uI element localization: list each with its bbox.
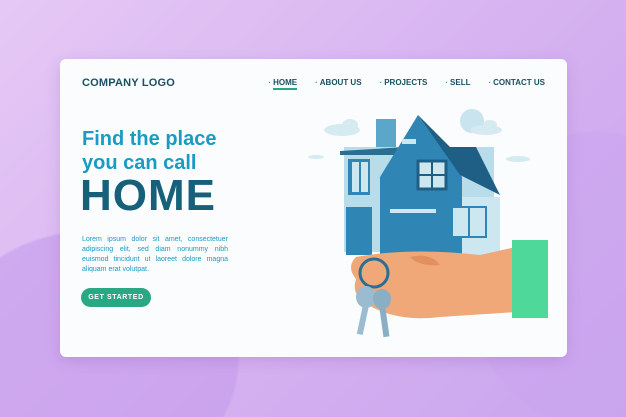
get-started-button[interactable]: GET STARTED	[81, 288, 151, 307]
sleeve	[512, 240, 548, 318]
nav-label: PROJECTS	[384, 78, 428, 87]
nav-contact-us[interactable]: CONTACT US	[488, 78, 545, 87]
nav-home[interactable]: HOME	[268, 78, 298, 90]
nav-label: CONTACT US	[493, 78, 545, 87]
nav-about-us[interactable]: ABOUT US	[315, 78, 362, 87]
nav-projects[interactable]: PROJECTS	[380, 78, 428, 87]
landing-page-card: COMPANY LOGO HOME ABOUT US PROJECTS SELL…	[60, 59, 567, 357]
nav-label: HOME	[273, 78, 298, 90]
house-in-hand-illustration	[308, 109, 548, 338]
hero-heading-home: HOME	[80, 171, 216, 220]
heading-line: Find the place	[82, 128, 217, 150]
nav-sell[interactable]: SELL	[445, 78, 470, 87]
door	[346, 207, 372, 255]
hero-heading: Find the place you can call	[82, 127, 216, 175]
main-nav: HOME ABOUT US PROJECTS SELL CONTACT US	[268, 78, 545, 90]
hero-description: Lorem ipsum dolor sit amet, consectetuer…	[82, 236, 228, 273]
cloud-icon	[324, 119, 360, 136]
company-logo[interactable]: COMPANY LOGO	[82, 77, 175, 89]
nav-label: SELL	[450, 78, 471, 87]
nav-label: ABOUT US	[319, 78, 362, 87]
